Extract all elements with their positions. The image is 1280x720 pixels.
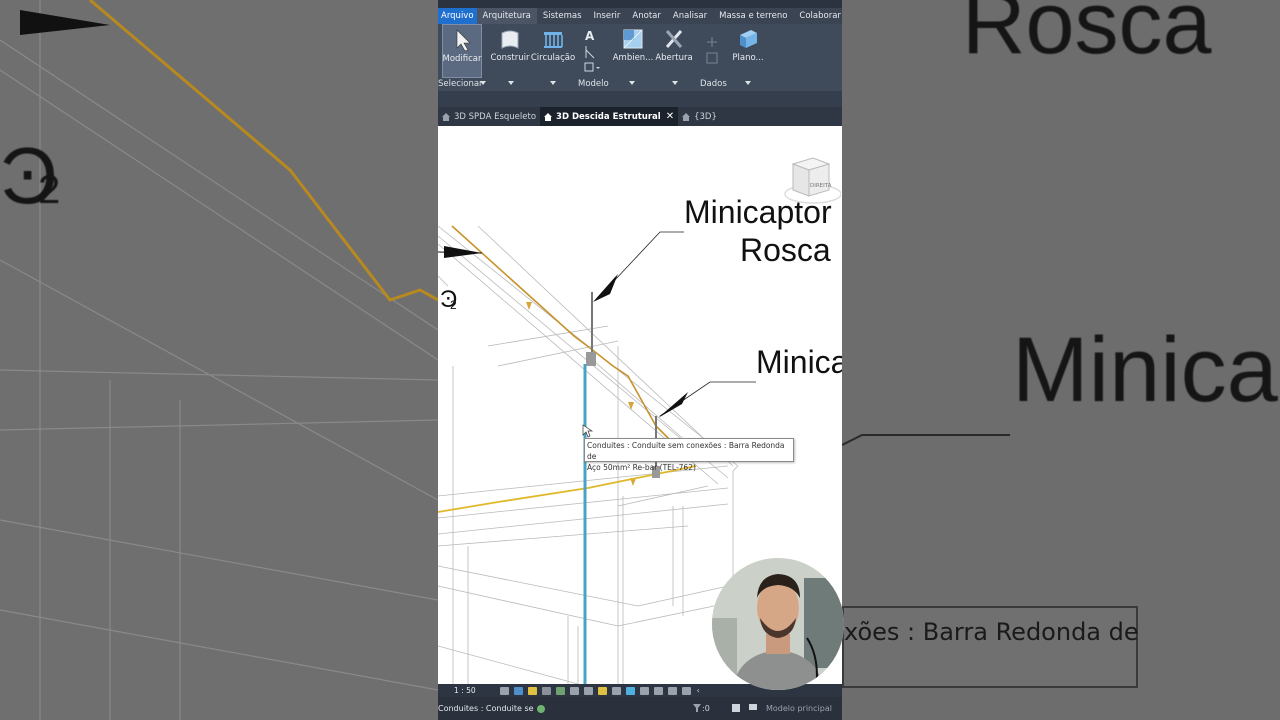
selection-filter-icon[interactable] (692, 703, 702, 713)
circulation-button[interactable]: Circulação (531, 24, 575, 76)
status-bar: Conduites : Conduite se :0 Modelo princi… (438, 697, 842, 720)
render-icon[interactable] (555, 686, 565, 695)
crop-view-icon[interactable] (569, 686, 579, 695)
wall-icon (501, 30, 519, 49)
temporary-hide-icon[interactable] (611, 686, 621, 695)
view-cube[interactable]: DIREITA (783, 156, 842, 212)
room-dropdown-icon[interactable] (629, 81, 635, 85)
mouse-cursor-icon (582, 424, 594, 438)
worksharing-icon[interactable] (653, 686, 663, 695)
select-dropdown-icon[interactable] (480, 81, 486, 85)
webcam-overlay (712, 558, 844, 690)
visual-style-icon[interactable] (513, 686, 523, 695)
status-text: Conduites : Conduite se (438, 704, 534, 713)
group-data-label: Dados (700, 79, 727, 89)
worksets-icon[interactable] (536, 704, 546, 714)
railing-icon (544, 32, 563, 48)
room-icon (623, 29, 643, 49)
close-tab-icon[interactable]: ✕ (666, 111, 674, 122)
background-left-panel: Ͽ 2 (0, 0, 439, 720)
tab-colaborar[interactable]: Colaborar (793, 8, 842, 24)
build-dropdown-icon[interactable] (508, 81, 514, 85)
drawing-subscript: 2 (450, 298, 457, 312)
sun-path-icon[interactable] (527, 686, 537, 695)
detail-level-icon[interactable] (499, 686, 509, 695)
comment-icon[interactable] (748, 703, 758, 713)
tab-analisar[interactable]: Analisar (667, 8, 713, 24)
room-button[interactable]: Ambien... (613, 24, 653, 76)
modify-button[interactable]: Modificar (442, 24, 482, 78)
opening-icon (665, 30, 683, 48)
title-bar (438, 0, 842, 8)
ribbon-panel: Modificar Construir Circulação A Ambien.… (438, 24, 842, 91)
model-tools-stack: A (582, 28, 602, 74)
collapse-bar-icon[interactable]: ‹ (697, 686, 700, 695)
analytical-model-icon[interactable] (667, 686, 677, 695)
view-tab-bar: 3D SPDA Esqueleto 3D Descida Estrutural … (438, 107, 842, 126)
view-scale[interactable]: 1 : 50 (454, 686, 476, 695)
properties-list-icon[interactable] (731, 703, 741, 713)
tab-massa-terreno[interactable]: Massa e terreno (713, 8, 793, 24)
tab-arquivo[interactable]: Arquivo (438, 8, 477, 24)
tab-anotar[interactable]: Anotar (626, 8, 666, 24)
reveal-hidden-icon[interactable] (625, 686, 635, 695)
background-tooltip: xões : Barra Redonda de (842, 606, 1139, 688)
shadows-icon[interactable] (541, 686, 551, 695)
opening-button[interactable]: Abertura (655, 24, 693, 76)
selection-count: :0 (702, 704, 710, 713)
highlight-displacement-icon[interactable] (681, 686, 691, 695)
background-subscript: 2 (38, 168, 61, 212)
view-tab-descida-estrutural[interactable]: 3D Descida Estrutural ✕ (540, 107, 679, 126)
background-left-drawing (0, 0, 439, 720)
group-select-label[interactable]: Selecionar (438, 79, 483, 89)
svg-text:A: A (585, 29, 595, 43)
work-plane-button[interactable]: Plano... (732, 24, 764, 76)
tab-inserir[interactable]: Inserir (588, 8, 627, 24)
ribbon-tab-bar: Arquivo Arquitetura Sistemas Inserir Ano… (438, 8, 842, 24)
cursor-arrow-icon (456, 29, 471, 52)
home-icon (442, 112, 450, 121)
temporary-properties-icon[interactable] (639, 686, 649, 695)
view-cube-label: DIREITA (810, 183, 832, 189)
view-tab-3d[interactable]: {3D} (678, 107, 721, 126)
callout-rosca: Rosca (740, 232, 831, 268)
presenter-avatar (712, 558, 844, 690)
active-model[interactable]: Modelo principal (766, 704, 832, 713)
work-plane-icon (740, 30, 757, 48)
ribbon-divider (438, 91, 842, 107)
view-cube-icon: DIREITA (784, 157, 842, 204)
tab-arquitetura[interactable]: Arquitetura (476, 8, 537, 24)
data-tools-stack (704, 34, 720, 68)
group-model-label: Modelo (578, 79, 609, 89)
home-icon (544, 112, 553, 121)
callout-minica: Minica (756, 344, 842, 380)
show-crop-icon[interactable] (583, 686, 593, 695)
opening-dropdown-icon[interactable] (672, 81, 678, 85)
circulation-dropdown-icon[interactable] (550, 81, 556, 85)
view-tab-spda-esqueleto[interactable]: 3D SPDA Esqueleto (438, 107, 540, 126)
lock-view-icon[interactable] (597, 686, 607, 695)
element-tooltip: Conduites : Conduite sem conexões : Barr… (584, 438, 794, 472)
home-icon (682, 112, 691, 121)
tab-sistemas[interactable]: Sistemas (537, 8, 588, 24)
plane-dropdown-icon[interactable] (745, 81, 751, 85)
build-button[interactable]: Construir (490, 24, 530, 76)
